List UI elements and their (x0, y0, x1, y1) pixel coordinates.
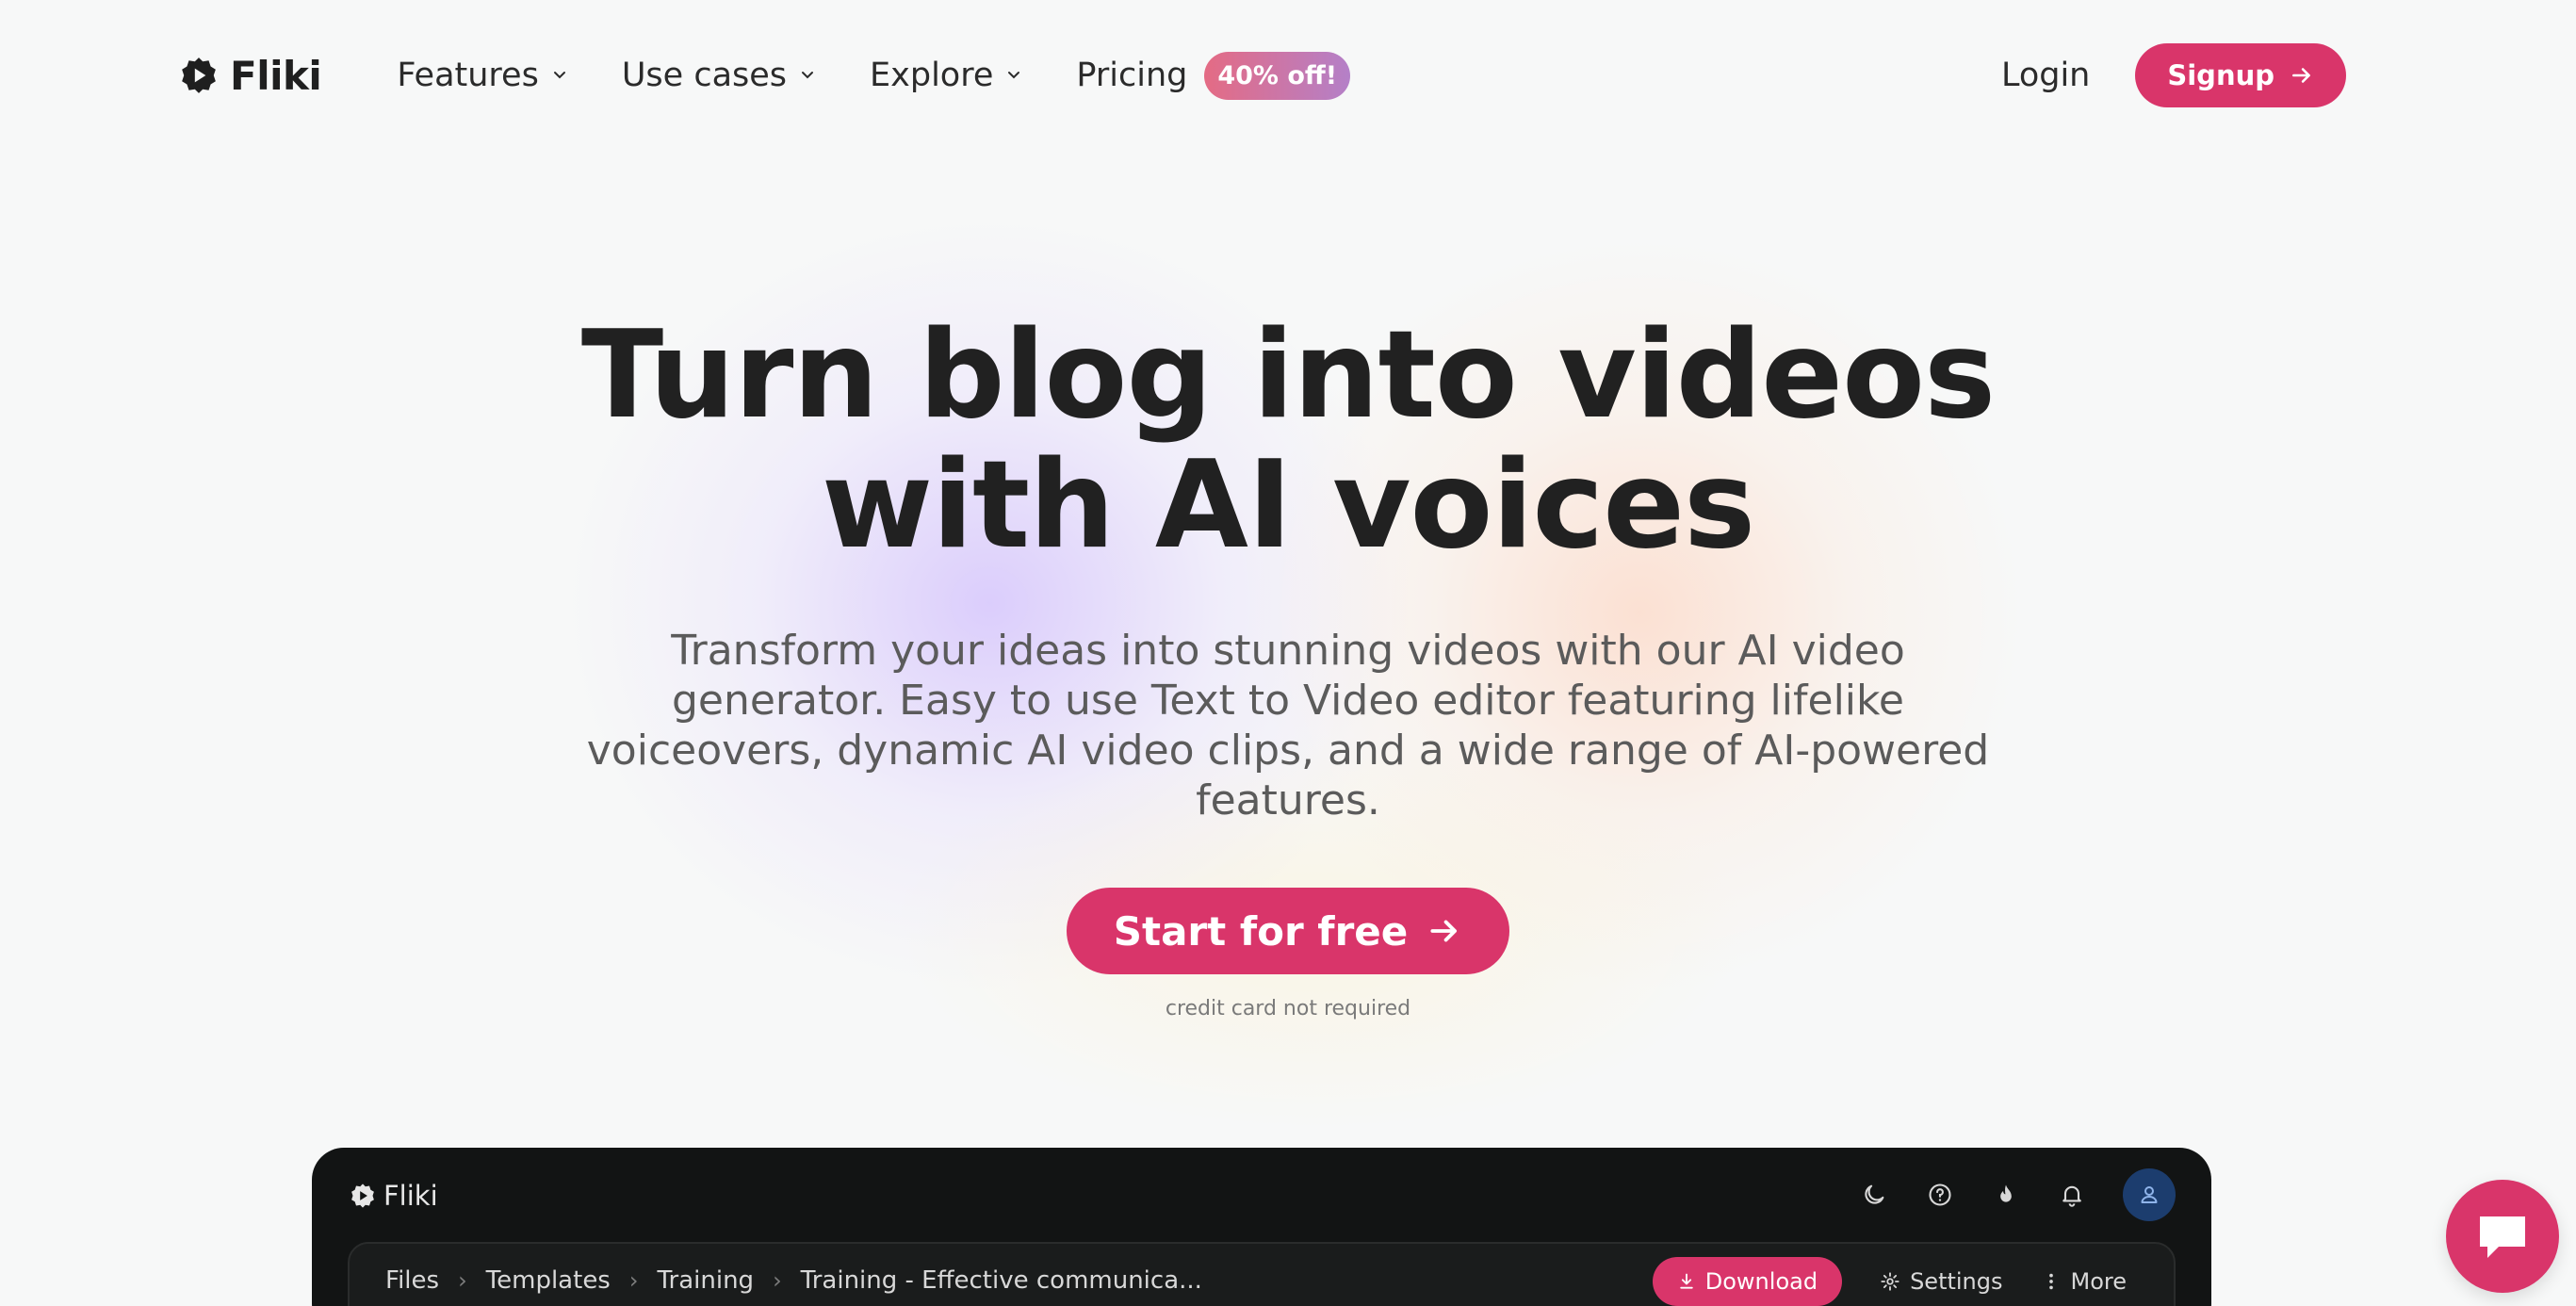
fliki-logo-icon (351, 1184, 374, 1208)
settings-button[interactable]: Settings (1880, 1268, 2003, 1295)
download-label: Download (1704, 1268, 1818, 1295)
more-vertical-icon (2048, 1273, 2053, 1290)
breadcrumb: Files › Templates › Training › Training … (385, 1266, 1202, 1295)
help-icon[interactable] (1925, 1180, 1955, 1210)
arrow-right-icon (1430, 920, 1458, 942)
nav-item-label: Pricing (1076, 57, 1188, 94)
app-brand-name: Fliki (383, 1180, 438, 1212)
credit-card-note: credit card not required (1165, 997, 1411, 1020)
hero-title: Turn blog into videos with AI voices (487, 311, 2089, 571)
nav-item-explore[interactable]: Explore (870, 57, 1023, 94)
hero-section: Turn blog into videos with AI voices Tra… (0, 311, 2576, 1021)
chevron-right-icon: › (773, 1267, 782, 1294)
top-nav: Fliki Features Use cases Explore Pricing… (0, 0, 2576, 151)
app-preview: Fliki Files › Templates › Training › Tra… (312, 1148, 2211, 1306)
signup-label: Signup (2167, 59, 2274, 91)
editor-subbar: Files › Templates › Training › Training … (348, 1242, 2176, 1306)
nav-item-use-cases[interactable]: Use cases (622, 57, 817, 94)
chat-icon (2480, 1216, 2525, 1258)
login-link[interactable]: Login (2001, 57, 2090, 94)
more-label: More (2070, 1268, 2128, 1295)
app-toolbar-icons (1859, 1168, 2176, 1221)
flame-icon[interactable] (1991, 1180, 2021, 1210)
nav-actions: Login Signup (2001, 43, 2346, 107)
more-button[interactable]: More (2041, 1268, 2128, 1295)
nav-links: Features Use cases Explore Pricing 40% o… (397, 51, 1351, 100)
start-for-free-button[interactable]: Start for free (1066, 888, 1510, 974)
settings-label: Settings (1910, 1268, 2003, 1295)
chevron-down-icon (553, 72, 565, 79)
cta-label: Start for free (1113, 907, 1409, 955)
moon-icon[interactable] (1859, 1180, 1889, 1210)
nav-item-label: Features (397, 57, 539, 94)
breadcrumb-current: Training - Effective communica... (800, 1266, 1202, 1295)
hero-title-line1: Turn blog into videos (580, 305, 1996, 446)
brand-logo[interactable]: Fliki (179, 52, 322, 99)
brand-name: Fliki (230, 52, 322, 99)
breadcrumb-templates[interactable]: Templates (486, 1266, 611, 1295)
chevron-right-icon: › (458, 1267, 467, 1294)
signup-button[interactable]: Signup (2135, 43, 2346, 107)
hero-subtitle: Transform your ideas into stunning video… (586, 627, 1990, 824)
user-avatar[interactable] (2123, 1168, 2176, 1221)
discount-badge: 40% off! (1204, 51, 1351, 100)
chevron-down-icon (1008, 72, 1020, 79)
nav-item-label: Use cases (621, 57, 788, 94)
user-icon (2141, 1186, 2158, 1203)
nav-item-label: Explore (870, 57, 994, 94)
gear-icon (1881, 1272, 1899, 1291)
hero-title-line2: with AI voices (821, 435, 1755, 576)
editor-actions: Download Settings More (1652, 1257, 2128, 1306)
nav-item-features[interactable]: Features (397, 57, 569, 94)
breadcrumb-training[interactable]: Training (657, 1266, 754, 1295)
fliki-logo-icon (182, 57, 216, 93)
download-button[interactable]: Download (1652, 1257, 1843, 1306)
arrow-right-icon (2292, 68, 2310, 83)
nav-item-pricing[interactable]: Pricing 40% off! (1076, 51, 1351, 100)
bell-icon[interactable] (2057, 1180, 2087, 1210)
download-icon (1680, 1273, 1693, 1289)
app-brand: Fliki (350, 1180, 438, 1212)
chevron-down-icon (802, 72, 814, 79)
chat-widget-button[interactable] (2446, 1180, 2559, 1293)
breadcrumb-files[interactable]: Files (385, 1266, 439, 1295)
chevron-right-icon: › (628, 1267, 639, 1294)
